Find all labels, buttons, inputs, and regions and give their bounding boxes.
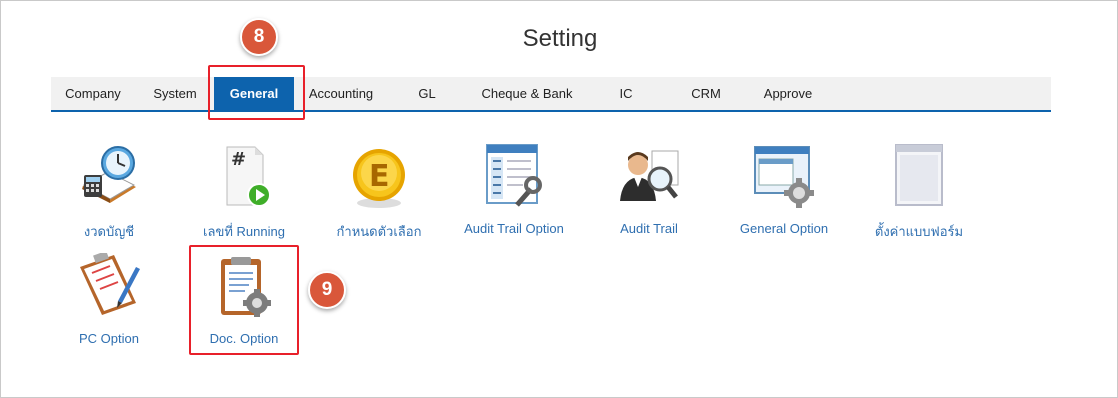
item-label: Audit Trail Option bbox=[464, 221, 564, 236]
item-running-number[interactable]: # เลขที่ Running bbox=[184, 143, 304, 242]
item-accounting-period[interactable]: งวดบัญชี bbox=[49, 143, 169, 242]
calendar-clock-calculator-icon bbox=[74, 143, 144, 213]
tab-bar: Company System General Accounting GL Che… bbox=[51, 77, 1051, 112]
item-label: PC Option bbox=[79, 331, 139, 346]
tab-system[interactable]: System bbox=[139, 77, 211, 110]
item-label: Audit Trail bbox=[620, 221, 678, 236]
form-window-icon bbox=[884, 143, 954, 213]
e-coin-icon: E bbox=[344, 143, 414, 213]
step-badge-8: 8 bbox=[240, 18, 278, 56]
tab-ic[interactable]: IC bbox=[609, 77, 643, 110]
page-title: Setting bbox=[522, 25, 598, 52]
running-number-document-icon: # bbox=[209, 143, 279, 213]
tab-company[interactable]: Company bbox=[51, 77, 135, 110]
item-define-options[interactable]: E กำหนดตัวเลือก bbox=[319, 143, 439, 242]
item-audit-trail-option[interactable]: Audit Trail Option bbox=[454, 143, 574, 236]
tab-gl[interactable]: GL bbox=[407, 77, 447, 110]
svg-text:#: # bbox=[231, 149, 246, 170]
general-tab-highlight bbox=[208, 65, 305, 120]
tab-cheque-bank[interactable]: Cheque & Bank bbox=[475, 77, 579, 110]
settings-panel: Setting Company System General Accountin… bbox=[0, 0, 1118, 398]
tab-accounting[interactable]: Accounting bbox=[301, 77, 381, 110]
doc-option-highlight bbox=[189, 245, 299, 355]
audit-trail-option-icon bbox=[479, 143, 549, 213]
item-label: งวดบัญชี bbox=[83, 224, 135, 239]
item-label: ตั้งค่าแบบฟอร์ม bbox=[874, 224, 964, 239]
svg-text:E: E bbox=[369, 159, 390, 194]
tab-approve[interactable]: Approve bbox=[755, 77, 821, 110]
user-magnifier-icon bbox=[614, 143, 684, 213]
item-audit-trail[interactable]: Audit Trail bbox=[589, 143, 709, 236]
step-badge-9: 9 bbox=[308, 271, 346, 309]
item-label: กำหนดตัวเลือก bbox=[336, 224, 422, 239]
clipboard-pen-icon bbox=[74, 250, 144, 323]
item-general-option[interactable]: General Option bbox=[724, 143, 844, 236]
item-label: General Option bbox=[739, 221, 829, 236]
item-pc-option[interactable]: PC Option bbox=[49, 250, 169, 346]
tab-crm[interactable]: CRM bbox=[684, 77, 728, 110]
item-label: เลขที่ Running bbox=[203, 224, 285, 239]
item-form-settings[interactable]: ตั้งค่าแบบฟอร์ม bbox=[859, 143, 979, 242]
window-gear-icon bbox=[749, 143, 819, 213]
